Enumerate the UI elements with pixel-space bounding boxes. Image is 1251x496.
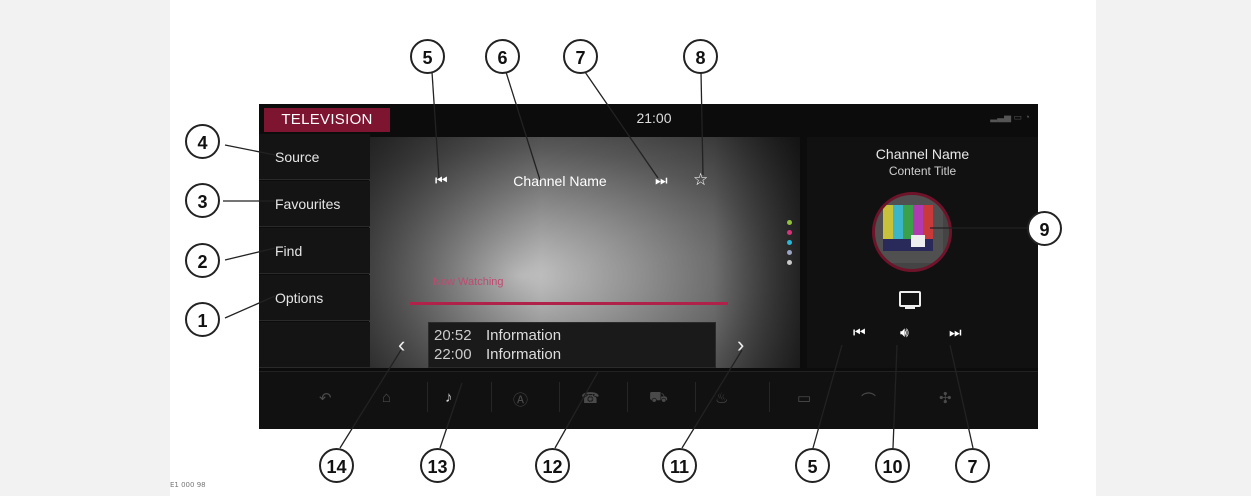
callout-4: 4: [185, 124, 220, 159]
callout-1: 1: [185, 302, 220, 337]
callout-8: 8: [683, 39, 718, 74]
callout-7: 7: [955, 448, 990, 483]
callout-11: 11: [662, 448, 697, 483]
callout-14: 14: [319, 448, 354, 483]
callout-3: 3: [185, 183, 220, 218]
callout-5: 5: [795, 448, 830, 483]
callout-leader-lines: [223, 71, 1027, 449]
callout-9: 9: [1027, 211, 1062, 246]
callout-13: 13: [420, 448, 455, 483]
callout-12: 12: [535, 448, 570, 483]
callout-5: 5: [410, 39, 445, 74]
callout-7: 7: [563, 39, 598, 74]
callout-2: 2: [185, 243, 220, 278]
callout-6: 6: [485, 39, 520, 74]
callout-10: 10: [875, 448, 910, 483]
